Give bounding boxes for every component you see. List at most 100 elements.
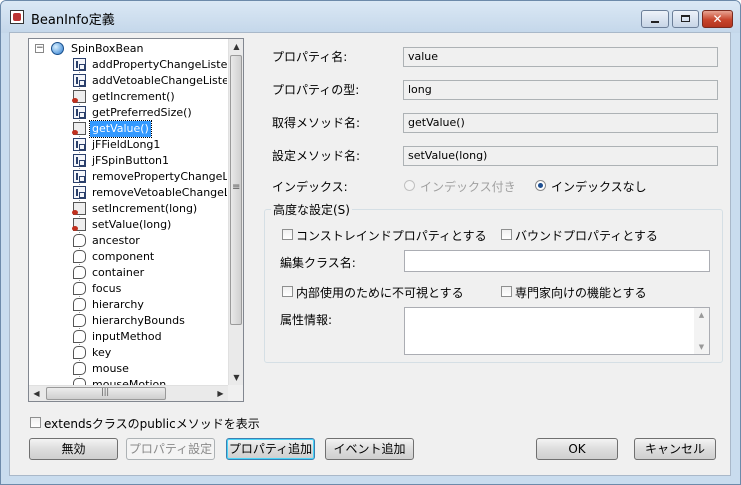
property-settings-button[interactable]: プロパティ設定	[126, 438, 215, 460]
hscroll-thumb[interactable]	[46, 387, 166, 400]
close-button[interactable]: ✕	[702, 10, 733, 28]
getter-method-label: 取得メソッド名:	[272, 116, 361, 130]
getter-icon	[72, 202, 86, 215]
attributes-scrollbar[interactable]: ▲ ▼	[694, 308, 709, 354]
extends-checkbox[interactable]	[30, 417, 41, 428]
property-type-field[interactable]: long	[403, 80, 718, 100]
index-with-radio[interactable]	[404, 180, 415, 191]
tree-item-label: hierarchy	[92, 298, 144, 311]
ok-button[interactable]: OK	[536, 438, 618, 460]
editor-class-label: 編集クラス名:	[280, 256, 356, 270]
bean-tree[interactable]: − SpinBoxBean addPropertyChangeListe addV…	[28, 38, 244, 402]
scroll-corner	[228, 385, 243, 401]
tree-item[interactable]: hierarchyBounds	[73, 313, 227, 329]
cancel-button[interactable]: キャンセル	[634, 438, 716, 460]
title-bar[interactable]: BeanInfo定義 ✕	[1, 1, 740, 33]
tree-item[interactable]: key	[73, 345, 227, 361]
method-icon	[73, 106, 86, 119]
tree-item[interactable]: mouse	[73, 361, 227, 377]
getter-method-field[interactable]: getValue()	[403, 113, 718, 133]
bound-label: バウンドプロパティとする	[515, 229, 658, 243]
tree-item[interactable]: getIncrement()	[72, 89, 227, 105]
tree-item[interactable]: container	[73, 265, 227, 281]
bound-checkbox[interactable]	[501, 229, 512, 240]
tree-item[interactable]: setValue(long)	[72, 217, 227, 233]
tree-item[interactable]: addPropertyChangeListe	[73, 57, 227, 73]
scroll-left-icon[interactable]: ◀	[29, 386, 44, 401]
tree-item[interactable]: ancestor	[73, 233, 227, 249]
constrained-checkbox[interactable]	[282, 229, 293, 240]
tree-item[interactable]: focus	[73, 281, 227, 297]
tree-vertical-scrollbar[interactable]: ▲ ▼	[228, 39, 243, 385]
tree-item[interactable]: component	[73, 249, 227, 265]
tree-item-label: jFSpinButton1	[92, 154, 170, 167]
event-icon	[73, 266, 86, 279]
method-icon	[73, 138, 86, 151]
beaninfo-dialog: BeanInfo定義 ✕ − SpinBoxBean addPropertyCh…	[0, 0, 741, 485]
tree-item[interactable]: inputMethod	[73, 329, 227, 345]
expert-checkbox[interactable]	[501, 286, 512, 297]
hidden-label: 内部使用のために不可視とする	[296, 286, 464, 300]
event-icon	[73, 362, 86, 375]
add-property-button[interactable]: プロパティ追加	[226, 438, 315, 460]
tree-item[interactable]: jFFieldLong1	[73, 137, 227, 153]
tree-item[interactable]: getPreferredSize()	[73, 105, 227, 121]
index-without-radio[interactable]	[535, 180, 546, 191]
tree-item-label: key	[92, 346, 112, 359]
scroll-thumb[interactable]	[230, 55, 242, 325]
event-icon	[73, 250, 86, 263]
tree-item-label: addVetoableChangeListe	[92, 74, 227, 87]
minimize-button[interactable]	[641, 10, 669, 28]
tree-item[interactable]: removePropertyChangeL	[73, 169, 227, 185]
property-name-label: プロパティ名:	[272, 50, 348, 64]
attributes-textarea[interactable]: ▲ ▼	[404, 307, 710, 355]
tree-item[interactable]: hierarchy	[73, 297, 227, 313]
disable-button[interactable]: 無効	[29, 438, 118, 460]
constrained-label: コンストレインドプロパティとする	[296, 229, 487, 243]
attributes-label: 属性情報:	[280, 313, 333, 327]
editor-class-input[interactable]	[404, 250, 710, 272]
method-icon	[73, 74, 86, 87]
maximize-button[interactable]	[672, 10, 699, 28]
collapse-icon[interactable]: −	[35, 44, 44, 53]
method-icon	[73, 170, 86, 183]
scroll-up-icon[interactable]: ▲	[694, 308, 709, 322]
index-label: インデックス:	[272, 180, 348, 194]
index-without-label: インデックスなし	[551, 180, 647, 194]
close-icon: ✕	[712, 12, 723, 26]
hidden-checkbox[interactable]	[282, 286, 293, 297]
tree-root[interactable]: − SpinBoxBean	[33, 41, 227, 57]
tree-horizontal-scrollbar[interactable]: ◀ ▶	[29, 385, 228, 401]
scroll-right-icon[interactable]: ▶	[213, 386, 228, 401]
expert-label: 専門家向けの機能とする	[515, 286, 647, 300]
tree-item[interactable]: setIncrement(long)	[72, 201, 227, 217]
property-name-field[interactable]: value	[403, 47, 718, 67]
event-icon	[73, 346, 86, 359]
maximize-icon	[681, 15, 690, 22]
method-icon	[73, 186, 86, 199]
setter-method-label: 設定メソッド名:	[272, 149, 361, 163]
scroll-down-icon[interactable]: ▼	[229, 370, 243, 385]
event-icon	[73, 282, 86, 295]
setter-method-field[interactable]: setValue(long)	[403, 146, 718, 166]
event-icon	[73, 314, 86, 327]
tree-item[interactable]: mouseMotion	[73, 377, 227, 385]
getter-icon	[72, 218, 86, 231]
getter-icon	[72, 90, 86, 103]
tree-item[interactable]: jFSpinButton1	[73, 153, 227, 169]
tree-item[interactable]: getValue()	[72, 120, 227, 138]
advanced-settings-title: 高度な設定(S)	[271, 201, 352, 218]
tree-item-label: inputMethod	[92, 330, 162, 343]
tree-item[interactable]: addVetoableChangeListe	[73, 73, 227, 89]
property-type-label: プロパティの型:	[272, 83, 360, 97]
getter-icon	[72, 122, 86, 135]
tree-item-label: container	[92, 266, 145, 279]
scroll-down-icon[interactable]: ▼	[694, 340, 709, 354]
scroll-up-icon[interactable]: ▲	[229, 39, 243, 54]
minimize-icon	[651, 21, 659, 23]
tree-item-label: mouseMotion	[92, 378, 167, 385]
dialog-body: − SpinBoxBean addPropertyChangeListe addV…	[9, 32, 731, 476]
event-icon	[73, 298, 86, 311]
add-event-button[interactable]: イベント追加	[325, 438, 414, 460]
tree-item[interactable]: removeVetoableChangeL	[73, 185, 227, 201]
